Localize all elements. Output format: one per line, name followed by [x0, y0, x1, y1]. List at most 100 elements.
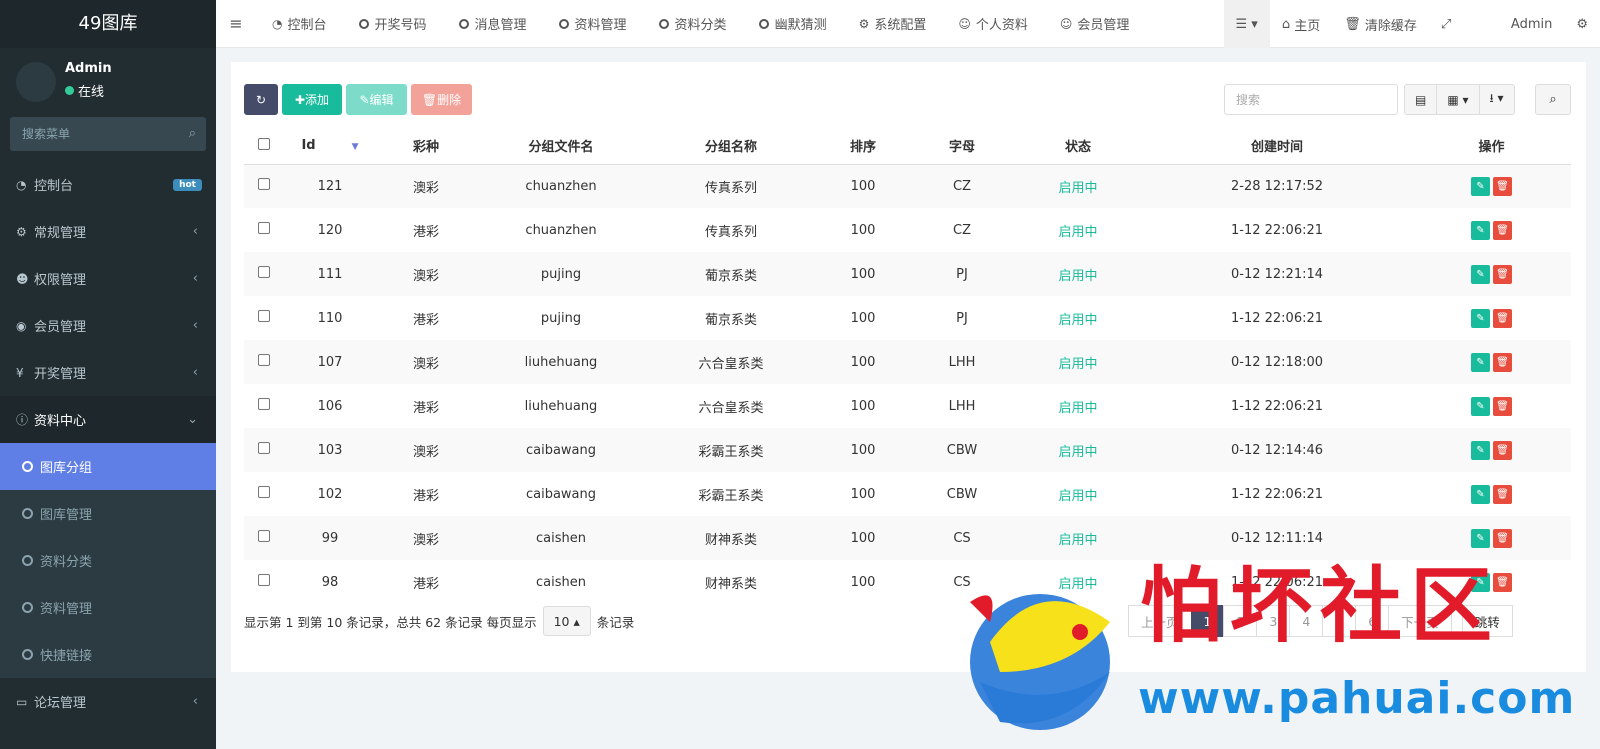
table-row[interactable]: 106 港彩 liuhehuang 六合皇系类 100 LHH 启用中 1-12 22:06:…	[244, 384, 1571, 428]
settings-gear-icon[interactable]: ⚙	[1564, 0, 1600, 48]
sidebar-subitem-gallery-manage[interactable]: 图库管理	[0, 490, 216, 537]
sidebar-subitem-data-category[interactable]: 资料分类	[0, 537, 216, 584]
sidebar-subitem-data-manage[interactable]: 资料管理	[0, 584, 216, 631]
table-search-input[interactable]	[1224, 84, 1398, 115]
clear-cache-button[interactable]: 🗑 清除缓存	[1332, 0, 1429, 48]
row-select-cell[interactable]	[244, 296, 284, 340]
tab-profile[interactable]: ☺ 个人资料	[942, 14, 1044, 34]
edit-row-icon[interactable]: ✎	[1471, 264, 1490, 284]
refresh-button[interactable]: ↻	[244, 84, 278, 115]
search-icon[interactable]: ⌕	[1535, 84, 1571, 115]
row-checkbox[interactable]	[258, 530, 270, 542]
page-size-select[interactable]: 10 ▴	[542, 606, 591, 636]
tab-data-manage[interactable]: 资料管理	[543, 14, 643, 33]
delete-row-icon[interactable]: 🗑	[1493, 220, 1512, 240]
row-select-cell[interactable]	[244, 208, 284, 252]
menu-dropdown-button[interactable]: ☰ ▾	[1223, 0, 1270, 48]
app-logo[interactable]: 49图库	[0, 0, 216, 48]
delete-row-icon[interactable]: 🗑	[1493, 264, 1512, 284]
edit-row-icon[interactable]: ✎	[1471, 176, 1490, 196]
row-select-cell[interactable]	[244, 384, 284, 428]
row-select-cell[interactable]	[244, 340, 284, 384]
row-select-cell[interactable]	[244, 252, 284, 296]
add-button[interactable]: ✚ 添加	[282, 84, 342, 115]
row-checkbox[interactable]	[258, 178, 270, 191]
edit-row-icon[interactable]: ✎	[1471, 308, 1490, 328]
row-select-cell[interactable]	[244, 516, 284, 560]
delete-row-icon[interactable]: 🗑	[1493, 528, 1512, 548]
edit-row-icon[interactable]: ✎	[1471, 396, 1490, 416]
sidebar-item-members[interactable]: ◉ 会员管理 ‹	[0, 302, 216, 349]
row-select-cell[interactable]	[244, 428, 284, 472]
row-select-cell[interactable]	[244, 164, 284, 208]
col-header-created: 创建时间	[1142, 128, 1412, 165]
tab-humor-guess[interactable]: 幽默猜测	[743, 14, 843, 33]
sidebar-item-forum[interactable]: ▭ 论坛管理 ‹	[0, 678, 216, 725]
menu-search-input[interactable]	[10, 117, 206, 151]
row-checkbox[interactable]	[258, 574, 270, 586]
home-link[interactable]: ⌂ 主页	[1270, 0, 1332, 48]
row-select-cell[interactable]	[244, 560, 284, 604]
select-all-checkbox[interactable]	[258, 137, 270, 150]
sidebar-item-dashboard[interactable]: ◔ 控制台 hot	[0, 161, 216, 208]
cell-id: 103	[284, 428, 376, 472]
edit-row-icon[interactable]: ✎	[1471, 440, 1490, 460]
delete-button[interactable]: 🗑 删除	[411, 84, 472, 115]
table-row[interactable]: 111 澳彩 pujing 葡京系类 100 PJ 启用中 0-12 12:21:14 ✎ 🗑	[244, 252, 1571, 296]
search-icon[interactable]: ⌕	[189, 126, 196, 141]
table-row[interactable]: 121 澳彩 chuanzhen 传真系列 100 CZ 启用中 2-28 12:17:52 ✎…	[244, 164, 1571, 208]
row-checkbox[interactable]	[258, 222, 270, 234]
table-row[interactable]: 99 澳彩 caishen 财神系类 100 CS 启用中 0-12 12:11:14 ✎ 🗑	[244, 516, 1571, 560]
menu-search: ⌕	[10, 117, 206, 151]
sidebar-item-permissions[interactable]: ☻ 权限管理 ‹	[0, 255, 216, 302]
columns-icon[interactable]: ▦ ▾	[1437, 85, 1480, 114]
sidebar-item-label: 权限管理	[34, 273, 87, 288]
tab-lottery-numbers[interactable]: 开奖号码	[343, 14, 443, 33]
edit-button[interactable]: ✎ 编辑	[346, 84, 407, 115]
table-row[interactable]: 107 澳彩 liuhehuang 六合皇系类 100 LHH 启用中 0-12 12:18:…	[244, 340, 1571, 384]
admin-user-menu[interactable]: Admin	[1499, 0, 1564, 48]
row-checkbox[interactable]	[258, 266, 270, 278]
export-icon[interactable]: ⭳ ▾	[1480, 85, 1514, 114]
delete-row-icon[interactable]: 🗑	[1493, 396, 1512, 416]
delete-row-icon[interactable]: 🗑	[1493, 352, 1512, 372]
delete-row-icon[interactable]: 🗑	[1493, 176, 1512, 196]
delete-label: 删除	[437, 93, 462, 107]
edit-row-icon[interactable]: ✎	[1471, 484, 1490, 504]
sidebar-item-general[interactable]: ⚙ 常规管理 ‹	[0, 208, 216, 255]
select-all-header[interactable]	[244, 128, 284, 165]
row-checkbox[interactable]	[258, 310, 270, 322]
chevron-left-icon: ‹	[192, 365, 198, 380]
tab-system-config[interactable]: ⚙ 系统配置	[843, 14, 943, 34]
table-row[interactable]: 102 港彩 caibawang 彩霸王系类 100 CBW 启用中 1-12 22:06:2…	[244, 472, 1571, 516]
sort-desc-icon[interactable]: ▼	[352, 142, 359, 152]
table-row[interactable]: 120 港彩 chuanzhen 传真系列 100 CZ 启用中 1-12 22:06:21 ✎…	[244, 208, 1571, 252]
row-checkbox[interactable]	[258, 398, 270, 410]
row-checkbox[interactable]	[258, 354, 270, 366]
edit-row-icon[interactable]: ✎	[1471, 352, 1490, 372]
delete-row-icon[interactable]: 🗑	[1493, 308, 1512, 328]
delete-row-icon[interactable]: 🗑	[1493, 484, 1512, 504]
row-checkbox[interactable]	[258, 486, 270, 498]
menu-toggle-icon[interactable]: ≡	[216, 14, 256, 33]
sidebar-subitem-quick-links[interactable]: 快捷链接	[0, 631, 216, 678]
sidebar-item-data-center[interactable]: ⓘ 资料中心 ⌄	[0, 396, 216, 443]
tab-messages[interactable]: 消息管理	[443, 14, 543, 33]
top-nav-tabs: ◔ 控制台 开奖号码 消息管理 资料管理 资料分类 幽默猜测 ⚙ 系统配置 ☺ 个人资…	[256, 14, 1146, 34]
table-row[interactable]: 103 澳彩 caibawang 彩霸王系类 100 CBW 启用中 0-12 12:14:4…	[244, 428, 1571, 472]
sidebar-subitem-gallery-group[interactable]: 图库分组	[0, 443, 216, 490]
row-checkbox[interactable]	[258, 442, 270, 454]
col-header-id[interactable]: Id ▼	[284, 128, 376, 165]
table-row[interactable]: 110 港彩 pujing 葡京系类 100 PJ 启用中 1-12 22:06:21 ✎ 🗑	[244, 296, 1571, 340]
row-select-cell[interactable]	[244, 472, 284, 516]
cell-letter: CBW	[910, 428, 1014, 472]
edit-row-icon[interactable]: ✎	[1471, 528, 1490, 548]
tab-members[interactable]: ☺ 会员管理	[1044, 14, 1146, 34]
delete-row-icon[interactable]: 🗑	[1493, 440, 1512, 460]
tab-dashboard[interactable]: ◔ 控制台	[256, 14, 343, 34]
toggle-view-icon[interactable]: ▤	[1405, 85, 1438, 114]
tab-data-category[interactable]: 资料分类	[643, 14, 743, 33]
edit-row-icon[interactable]: ✎	[1471, 220, 1490, 240]
fullscreen-icon[interactable]: ⤢	[1429, 0, 1499, 48]
sidebar-item-lottery[interactable]: ¥ 开奖管理 ‹	[0, 349, 216, 396]
